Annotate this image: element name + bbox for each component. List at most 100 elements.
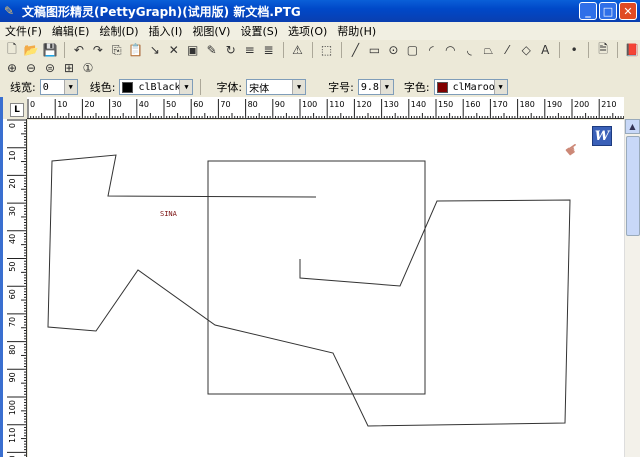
group-icon[interactable]: ▣ <box>185 42 201 58</box>
arc-icon[interactable]: ◜ <box>423 42 439 58</box>
menu-bar: 文件(F) 编辑(E) 绘制(D) 插入(I) 视图(V) 设置(S) 选项(O) 帮助(H) <box>0 22 640 40</box>
chevron-down-icon[interactable]: ▼ <box>379 80 393 94</box>
rotate-icon[interactable]: ↻ <box>223 42 239 58</box>
drawing-shapes <box>47 154 571 427</box>
book-icon[interactable]: 📕 <box>624 42 640 58</box>
ruler-label: 170 <box>492 100 507 109</box>
ruler-label: 160 <box>465 100 480 109</box>
text-icon[interactable]: A <box>537 42 553 58</box>
ruler-label: 60 <box>8 289 17 299</box>
ruler-label: 20 <box>8 178 17 188</box>
drawing-canvas[interactable] <box>28 120 624 457</box>
select-icon[interactable]: ↘ <box>147 42 163 58</box>
rectangle-icon[interactable]: ▭ <box>366 42 382 58</box>
freeform-icon[interactable]: ⁄ <box>499 42 515 58</box>
line-icon[interactable]: ╱ <box>348 42 364 58</box>
ruler-label: 100 <box>302 100 317 109</box>
toolbar-separator <box>63 42 65 58</box>
app-icon: ✎ <box>4 4 15 18</box>
word-icon[interactable]: W <box>592 126 612 146</box>
canvas-text[interactable]: SINA <box>160 210 177 218</box>
zoom-in-icon[interactable]: ⊕ <box>4 60 20 76</box>
ruler-label: 60 <box>193 100 203 109</box>
ruler-label: 30 <box>112 100 122 109</box>
font-color-select[interactable]: clMaroon ▼ <box>433 79 508 95</box>
zoom-fit-icon[interactable]: ⊜ <box>42 60 58 76</box>
line-color-label: 线色: <box>89 81 116 94</box>
properties-icon[interactable]: 🗎 <box>595 42 611 58</box>
align-icon[interactable]: ≡ <box>242 42 258 58</box>
paste-icon[interactable]: 📋 <box>128 42 144 58</box>
minimize-button[interactable]: _ <box>579 2 597 20</box>
line-width-label: 线宽: <box>10 81 36 94</box>
line-color-swatch <box>122 81 134 93</box>
ruler-corner[interactable]: L <box>10 103 24 117</box>
select-area-icon[interactable]: ⬚ <box>319 42 335 58</box>
copy-icon[interactable]: ⎘ <box>109 42 125 58</box>
delete-icon[interactable]: ✕ <box>166 42 182 58</box>
toolbar-separator <box>340 42 342 58</box>
title-bar: ✎ 文稿图形精灵(PettyGraph)(试用版) 新文档.PTG _ □ ✕ <box>0 0 640 22</box>
font-label: 字体: <box>216 81 243 94</box>
zoom-out-icon[interactable]: ⊖ <box>23 60 39 76</box>
chevron-down-icon[interactable]: ▼ <box>179 80 193 94</box>
dotted-arc-icon[interactable]: ◠ <box>442 42 458 58</box>
menu-item-5[interactable]: 设置(S) <box>235 23 283 39</box>
ruler-label: 0 <box>8 123 17 128</box>
line-color-select[interactable]: clBlack ▼ <box>119 79 194 95</box>
ruler-label: 50 <box>166 100 176 109</box>
zoom-actual-icon[interactable]: ① <box>80 60 96 76</box>
ruler-label: 190 <box>547 100 562 109</box>
ruler-label: 110 <box>329 100 344 109</box>
toolbar-separator <box>559 42 561 58</box>
curve-icon[interactable]: ◟ <box>461 42 477 58</box>
menu-item-3[interactable]: 插入(I) <box>144 23 188 39</box>
chevron-down-icon[interactable]: ▼ <box>493 80 507 94</box>
property-bar: 线宽: 0 ▼ 线色: clBlack ▼ 字体: 宋体 ▼ 字号: 9.81 ▼ 字色… <box>0 77 640 97</box>
vertical-scrollbar[interactable]: ▲ <box>624 119 640 457</box>
scroll-up-button[interactable]: ▲ <box>625 119 640 134</box>
redo-icon[interactable]: ↷ <box>90 42 106 58</box>
rectangle-shape[interactable] <box>207 160 426 395</box>
menu-item-6[interactable]: 选项(O) <box>283 23 332 39</box>
menu-item-2[interactable]: 绘制(D) <box>94 23 143 39</box>
toolbar-separator <box>588 42 590 58</box>
ruler-label: 80 <box>8 345 17 355</box>
ruler-label: 20 <box>84 100 94 109</box>
menu-item-7[interactable]: 帮助(H) <box>332 23 381 39</box>
font-value: 宋体 <box>249 83 270 95</box>
new-icon[interactable]: 🗋 <box>4 42 20 58</box>
maximize-button[interactable]: □ <box>599 2 617 20</box>
size-select[interactable]: 9.81 ▼ <box>357 79 394 95</box>
save-icon[interactable]: 💾 <box>42 42 58 58</box>
distribute-icon[interactable]: ≣ <box>261 42 277 58</box>
ruler-label: 120 <box>356 100 371 109</box>
trapezoid-icon[interactable]: ⏢ <box>480 42 496 58</box>
flip-icon[interactable]: ⚠ <box>290 42 306 58</box>
rounded-rect-icon[interactable]: ▢ <box>404 42 420 58</box>
chevron-down-icon[interactable]: ▼ <box>292 80 306 94</box>
menu-item-4[interactable]: 视图(V) <box>187 23 235 39</box>
circle-icon[interactable]: ⊙ <box>385 42 401 58</box>
chevron-down-icon[interactable]: ▼ <box>63 80 77 94</box>
ruler-label: 200 <box>574 100 589 109</box>
font-select[interactable]: 宋体 ▼ <box>246 79 307 95</box>
ruler-label: 90 <box>8 372 17 382</box>
scroll-thumb[interactable] <box>626 136 640 236</box>
toolbar-separator <box>311 42 313 58</box>
ruler-label: 180 <box>520 100 535 109</box>
menu-item-0[interactable]: 文件(F) <box>0 23 47 39</box>
close-button[interactable]: ✕ <box>619 2 637 20</box>
ruler-label: 70 <box>220 100 230 109</box>
line-width-select[interactable]: 0 ▼ <box>39 79 78 95</box>
ruler-label: 100 <box>8 400 17 415</box>
undo-icon[interactable]: ↶ <box>71 42 87 58</box>
zoom-all-icon[interactable]: ⊞ <box>61 60 77 76</box>
menu-item-1[interactable]: 编辑(E) <box>47 23 95 39</box>
point-icon[interactable]: • <box>566 42 582 58</box>
diamond-icon[interactable]: ◇ <box>518 42 534 58</box>
line-width-value: 0 <box>42 81 49 93</box>
open-icon[interactable]: 📂 <box>23 42 39 58</box>
polyline-shape[interactable] <box>47 154 571 427</box>
magic-icon[interactable]: ✎ <box>204 42 220 58</box>
